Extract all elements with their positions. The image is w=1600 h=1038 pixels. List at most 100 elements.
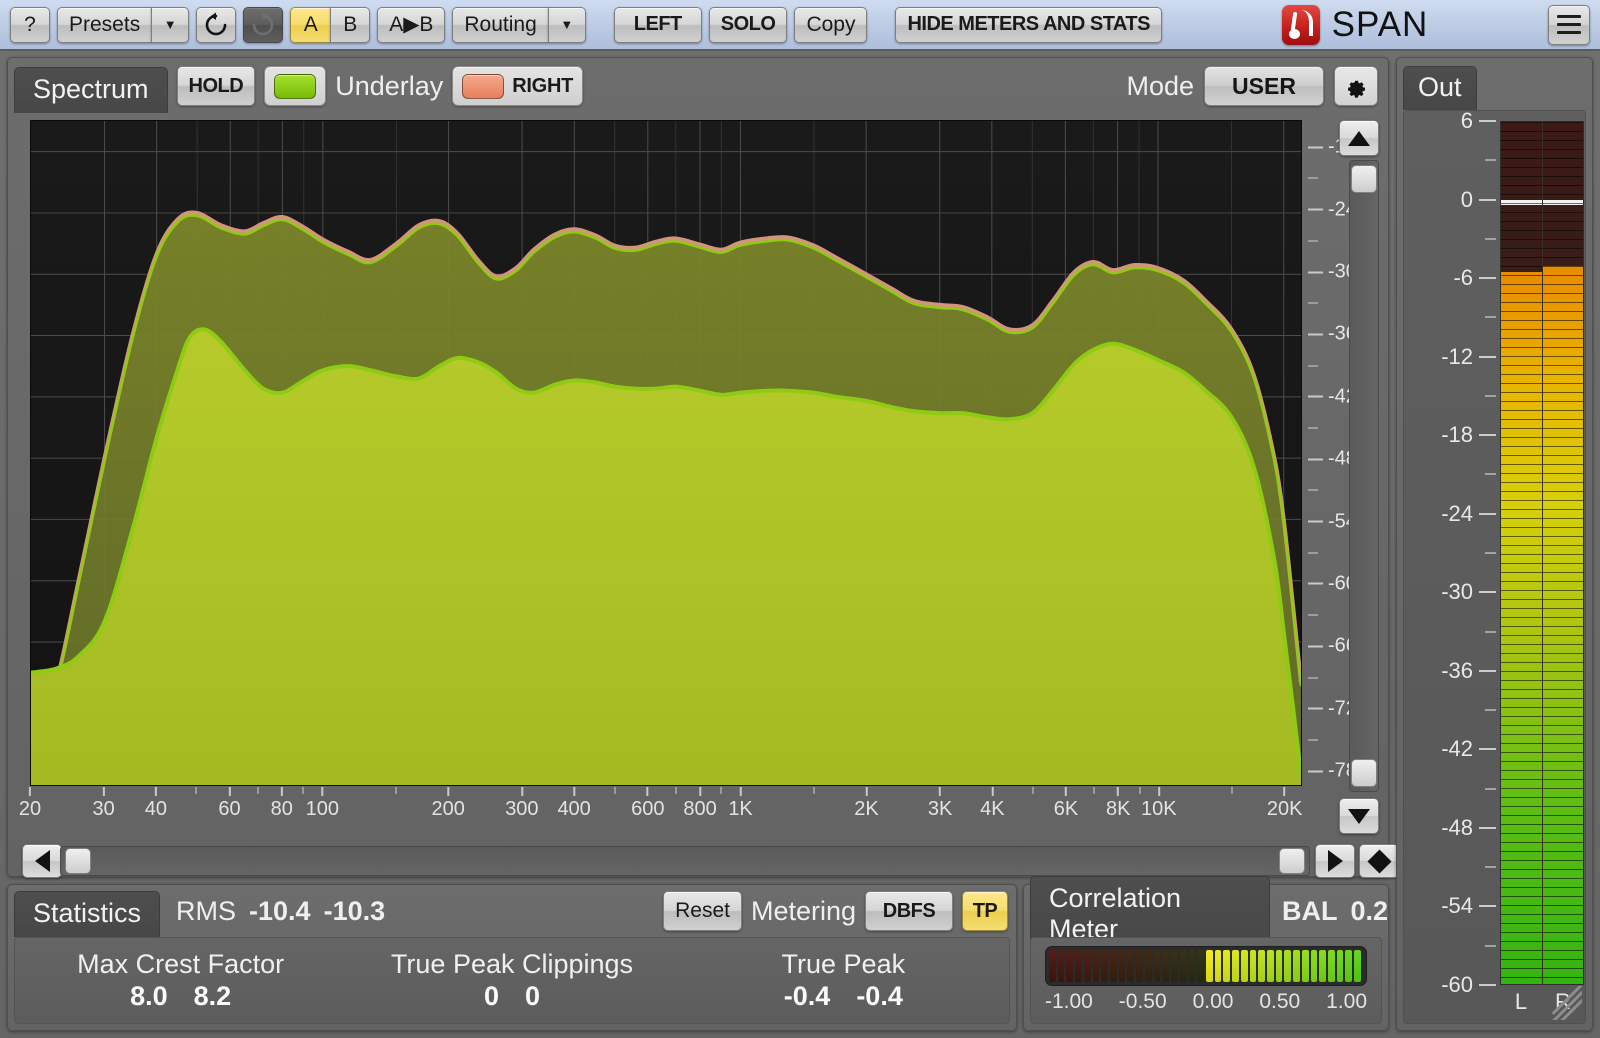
scroll-up-button[interactable]	[1339, 120, 1379, 156]
hold-color-swatch-button[interactable]	[264, 66, 326, 106]
routing-button[interactable]: Routing	[452, 7, 547, 43]
correlation-scale-label: 1.00	[1326, 990, 1367, 1014]
db-tick-minor	[1308, 677, 1318, 679]
copy-a-to-b-button[interactable]: A▶B	[377, 7, 445, 43]
correlation-segment	[1101, 950, 1108, 982]
presets-dropdown-caret-icon[interactable]: ▼	[151, 7, 189, 43]
spectrum-graph-area[interactable]	[30, 120, 1302, 786]
db-tick-minor	[1308, 552, 1318, 554]
correlation-scale-label: -0.50	[1119, 990, 1167, 1014]
reset-view-button[interactable]	[1359, 844, 1399, 878]
hide-meters-and-stats-button[interactable]: HIDE METERS AND STATS	[895, 7, 1161, 43]
frequency-tick-minor	[675, 787, 677, 794]
correlation-scale-label: -1.00	[1045, 990, 1093, 1014]
frequency-tick: 80	[271, 787, 293, 821]
undo-icon	[203, 12, 229, 38]
correlation-segment	[1345, 950, 1352, 982]
spectrum-graph[interactable]	[30, 120, 1302, 786]
routing-dropdown-caret-icon[interactable]: ▼	[548, 7, 586, 43]
horizontal-scrollbar-thumb-left[interactable]	[65, 848, 91, 874]
correlation-segment	[1084, 950, 1091, 982]
undo-button[interactable]	[196, 7, 236, 43]
correlation-segment	[1293, 950, 1300, 982]
redo-button[interactable]	[243, 7, 283, 43]
correlation-segment	[1215, 950, 1222, 982]
tab-out[interactable]: Out	[1403, 66, 1477, 110]
correlation-segment	[1328, 950, 1335, 982]
rms-label: RMS	[176, 896, 236, 927]
settings-button[interactable]	[1334, 66, 1378, 106]
correlation-header: Correlation Meter BAL 0.2	[1024, 885, 1388, 937]
scroll-left-button[interactable]	[22, 844, 62, 878]
out-meter-body[interactable]: 60-6-12-18-24-30-36-42-48-54-60 L R	[1403, 110, 1586, 1024]
out-meter-tick: -30	[1437, 579, 1496, 605]
correlation-panel: Correlation Meter BAL 0.2 -1.00-0.500.00…	[1023, 884, 1389, 1031]
correlation-segment	[1171, 950, 1178, 982]
frequency-tick: 60	[218, 787, 240, 821]
solo-button[interactable]: SOLO	[709, 7, 788, 43]
tab-spectrum[interactable]: Spectrum	[14, 67, 168, 113]
correlation-segment	[1258, 950, 1265, 982]
channel-left-button[interactable]: LEFT	[614, 7, 702, 43]
out-meter-tick-minor	[1443, 238, 1496, 240]
frequency-tick: 300	[505, 787, 538, 821]
frequency-tick: 30	[93, 787, 115, 821]
db-tick-minor	[1308, 302, 1318, 304]
out-meter-tick: -60	[1437, 972, 1496, 998]
frequency-tick: 20K	[1267, 787, 1303, 821]
resize-grip-icon[interactable]	[1548, 986, 1582, 1020]
copy-button[interactable]: Copy	[794, 7, 867, 43]
statistic-values: -0.4-0.4	[784, 981, 903, 1012]
mode-value-button[interactable]: USER	[1204, 66, 1324, 106]
ab-compare-group: A B	[290, 7, 370, 43]
balance-readout: BAL 0.2	[1282, 896, 1388, 927]
frequency-tick: 800	[683, 787, 716, 821]
slot-b-button[interactable]: B	[330, 7, 370, 43]
correlation-scale-label: 0.50	[1259, 990, 1300, 1014]
dbfs-button[interactable]: DBFS	[865, 891, 953, 931]
out-meter-bar-left	[1501, 122, 1542, 984]
correlation-segment	[1241, 950, 1248, 982]
out-meter-bar-right	[1542, 122, 1584, 984]
frequency-tick: 40	[145, 787, 167, 821]
frequency-tick: 1K	[728, 787, 752, 821]
tab-statistics[interactable]: Statistics	[14, 891, 160, 937]
spectrum-plot	[31, 121, 1301, 785]
out-meter-tick: -36	[1437, 658, 1496, 684]
out-meter-tick-minor	[1443, 316, 1496, 318]
correlation-segment	[1354, 950, 1361, 982]
correlation-segment	[1075, 950, 1082, 982]
scroll-down-button[interactable]	[1339, 798, 1379, 834]
slot-a-button[interactable]: A	[290, 7, 330, 43]
mode-label: Mode	[1126, 71, 1194, 102]
frequency-axis: 20304060801002003004006008001K2K3K4K6K8K…	[30, 787, 1302, 829]
correlation-segment	[1189, 950, 1196, 982]
reset-button[interactable]: Reset	[663, 891, 742, 931]
scroll-right-button[interactable]	[1315, 844, 1355, 878]
out-meter-tick-minor	[1443, 866, 1496, 868]
db-tick-minor	[1308, 365, 1318, 367]
metering-label: Metering	[751, 896, 856, 927]
vertical-scrollbar-thumb-top[interactable]	[1351, 165, 1377, 193]
out-meter-tick-minor	[1443, 395, 1496, 397]
help-button[interactable]: ?	[10, 7, 50, 43]
correlation-meter-bar	[1045, 946, 1367, 986]
frequency-tick-minor	[195, 787, 197, 794]
vertical-scrollbar[interactable]	[1349, 160, 1379, 792]
correlation-segment	[1162, 950, 1169, 982]
underlay-channel-button[interactable]: RIGHT	[452, 66, 583, 106]
rms-right-value: -10.3	[324, 896, 386, 927]
hold-button[interactable]: HOLD	[177, 66, 256, 106]
top-toolbar: ? Presets ▼ A B A▶B Routing ▼ LEFT	[0, 0, 1600, 51]
vertical-scrollbar-thumb-bottom[interactable]	[1351, 759, 1377, 787]
presets-button[interactable]: Presets	[57, 7, 151, 43]
frequency-tick-minor	[1093, 787, 1095, 794]
horizontal-scrollbar[interactable]	[60, 846, 1310, 876]
metering-group: Reset Metering DBFS TP	[663, 891, 1008, 931]
correlation-segment	[1180, 950, 1187, 982]
true-peak-toggle-button[interactable]: TP	[962, 891, 1008, 931]
horizontal-scrollbar-thumb-right[interactable]	[1279, 848, 1305, 874]
db-tick-minor	[1308, 739, 1318, 741]
hamburger-menu-icon[interactable]	[1548, 5, 1590, 45]
hold-color-swatch	[274, 74, 316, 99]
